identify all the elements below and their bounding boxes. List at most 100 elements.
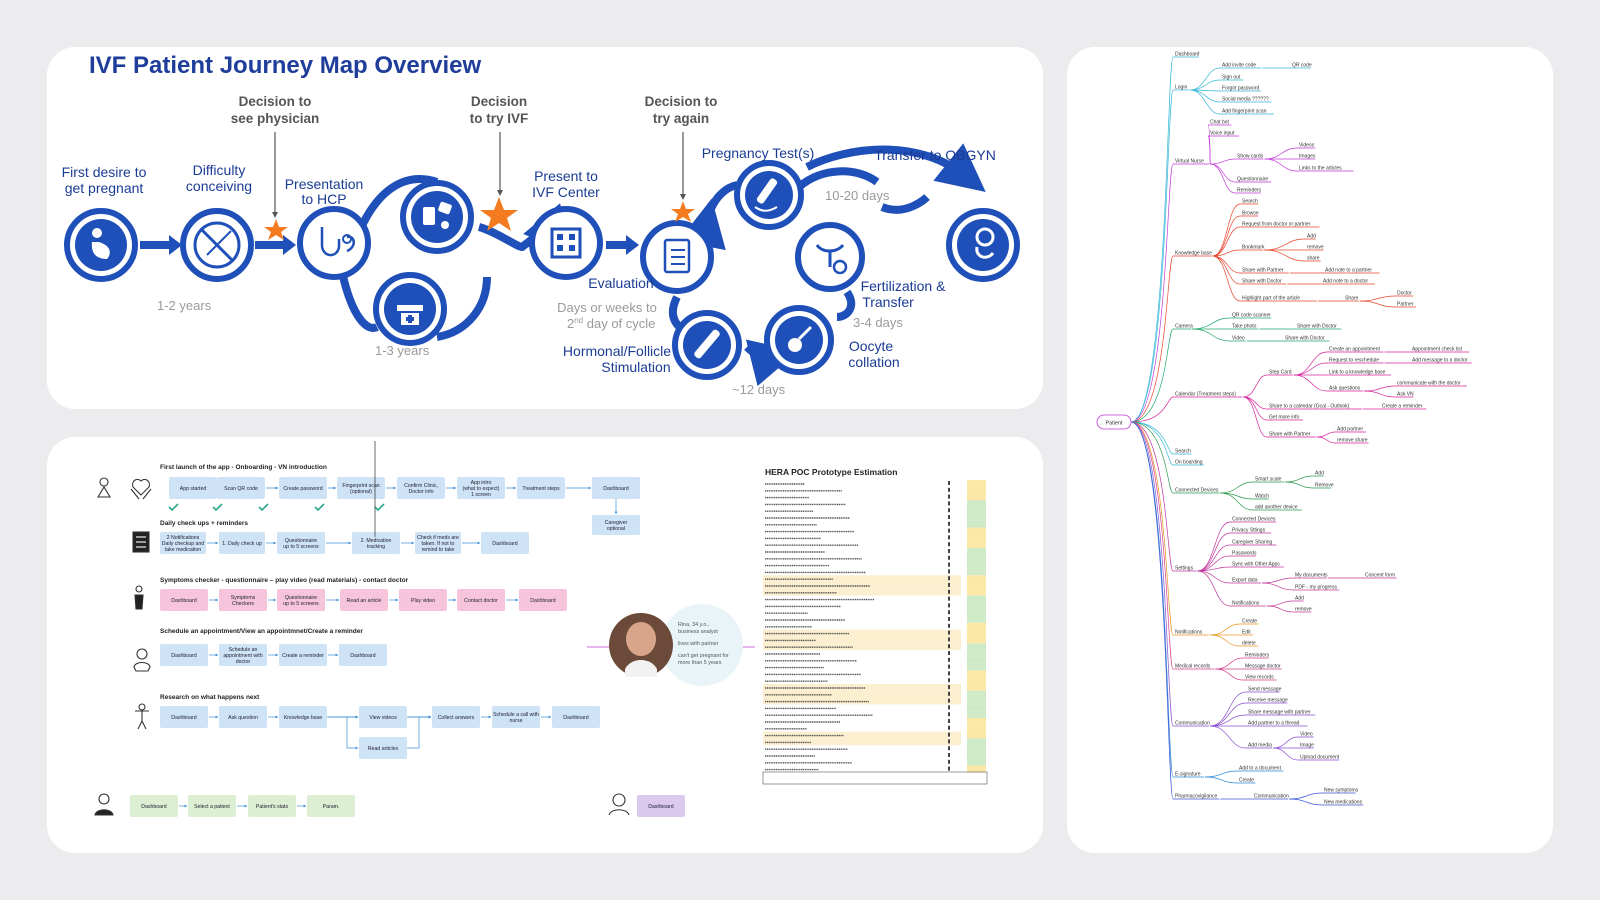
mindmap-node-share-cal: Share to a calendar (Gcal - Outlook) xyxy=(1269,404,1350,410)
mindmap-node-images: Images xyxy=(1299,154,1316,160)
mindmap-node-create-rem: Create a reminder xyxy=(1382,404,1423,410)
mindmap-node-watch: Watch xyxy=(1255,494,1269,500)
check-icon xyxy=(374,503,385,512)
dashboard-step: Dashboard xyxy=(160,589,208,611)
step-label: Dashboard xyxy=(603,486,628,492)
mindmap-node-notif-s: Notifications xyxy=(1232,601,1260,607)
doctor-dashboard-step: Dashboard xyxy=(130,795,178,817)
journey-title: IVF Patient Journey Map Overview xyxy=(89,52,481,79)
mindmap-node-add-msg-doc: Add message to a doctor xyxy=(1412,358,1468,364)
svg-text:Patient: Patient xyxy=(1105,421,1123,427)
mindmap-node-remove-n: remove xyxy=(1295,607,1312,613)
estimate-cell xyxy=(967,765,986,773)
mindmap-edge xyxy=(1267,600,1304,607)
doctor-icon xyxy=(94,793,114,816)
mindmap-node-req-resched: Request to reschedule xyxy=(1329,358,1379,364)
mindmap-node-add-n: Add xyxy=(1295,596,1304,602)
mindmap-node-login: Login xyxy=(1175,85,1187,91)
estimate-value xyxy=(948,678,950,683)
estimate-value xyxy=(948,746,950,751)
mindmap-node-pharma: Pharmacovigilance xyxy=(1175,794,1217,800)
mindmap-node-dashboard: Dashboard xyxy=(1175,52,1200,58)
estimate-cell xyxy=(967,500,986,508)
step-label: Knowledge base xyxy=(284,715,322,721)
uterus-icon xyxy=(795,222,865,292)
mindmap-node-questionnaire: Questionnaire xyxy=(1237,177,1268,183)
mindmap-node-pdf: PDF - my progress xyxy=(1295,585,1337,591)
collect-answers-step: Collect answers xyxy=(432,706,480,728)
step-label: Play video xyxy=(411,598,435,604)
estimate-value xyxy=(948,664,950,669)
estimate-value xyxy=(948,637,950,642)
check-meds-step: Check if meds aretaken. If not toremind … xyxy=(415,532,461,554)
mindmap-node-onboarding: On boarding xyxy=(1175,460,1203,466)
stage-transfer-obgyn: Transfer to OBGYN xyxy=(874,147,996,163)
estimate-cell xyxy=(967,643,986,650)
step-label: Checkers xyxy=(232,601,254,607)
mindmap-node-send-msg: Send message xyxy=(1248,687,1282,693)
mindmap-node-export: Export data xyxy=(1232,578,1258,584)
estimate-value xyxy=(948,617,950,621)
stage-hormonal: Hormonal/Follicle Stimulation xyxy=(563,343,671,375)
estimate-cell xyxy=(967,595,986,603)
mindmap-node-medical: Medical records xyxy=(1175,664,1211,670)
step-label: Param. xyxy=(323,804,340,810)
estimate-cell xyxy=(967,650,986,657)
estimate-value xyxy=(948,596,950,601)
mindmap-node-msg-doc: Message doctor xyxy=(1245,664,1281,670)
mindmap-node-create-appt: Create an appointment xyxy=(1329,347,1380,353)
star-icon xyxy=(671,201,695,222)
mindmap-edge xyxy=(1210,158,1264,165)
dashboard-step: Dashboard xyxy=(519,589,567,611)
estimate-cell xyxy=(967,609,986,616)
flow-title-research: Research on what happens next xyxy=(160,694,260,701)
table-total-row xyxy=(762,771,988,785)
pregnant-woman-icon xyxy=(64,208,138,282)
estimate-value xyxy=(948,698,950,703)
mindmap-node-search-kb: Search xyxy=(1242,199,1258,205)
mindmap-node-doctor-h: Doctor xyxy=(1397,291,1412,297)
step-label: Dashboard xyxy=(171,653,196,659)
mindmap-edge xyxy=(1130,421,1220,494)
mindmap-node-share-partner: Share with Partner xyxy=(1242,268,1284,274)
step-label: Read articles xyxy=(368,746,399,752)
mindmap-node-notifications: Notifications xyxy=(1175,630,1203,636)
step-label: Ask question xyxy=(228,715,258,721)
mindmap-node-privacy: Privacy Sttings xyxy=(1232,528,1266,534)
no-conception-icon xyxy=(180,208,254,282)
read-articles-step: Read articles xyxy=(359,737,407,759)
mindmap-node-add-note-doctor: Add note to a doctor xyxy=(1323,279,1368,285)
estimate-value xyxy=(948,569,950,574)
feature-mindmap: Patient Dashboard Login Add invite code QR c… xyxy=(1096,52,1472,806)
estimate-cell xyxy=(967,493,986,501)
estimate-value xyxy=(948,719,950,723)
dashboard-step: Dashboard xyxy=(592,477,640,499)
estimate-cell xyxy=(967,486,986,494)
duration-3-4-days: 3-4 days xyxy=(853,315,903,330)
mindmap-node-step-card: Step Card xyxy=(1269,370,1292,376)
mindmap-edge xyxy=(1130,163,1210,423)
step-label: 1 screen xyxy=(471,492,491,498)
mindmap-node-new-meds: New medications xyxy=(1324,800,1363,806)
persona-avatar xyxy=(609,613,673,677)
mindmap-node-remove-bm: remove xyxy=(1307,245,1324,251)
mindmap-edge xyxy=(1130,421,1210,727)
step-label: Create password xyxy=(283,486,322,492)
duration-1-3-years: 1-3 years xyxy=(375,343,430,358)
estimate-cell xyxy=(967,575,986,582)
check-icon xyxy=(212,503,223,512)
admin-avatar-icon xyxy=(608,793,630,816)
mindmap-node-conn-dev-s: Connected Devices xyxy=(1232,517,1276,523)
mindmap-edge xyxy=(1210,623,1259,636)
estimate-value xyxy=(948,691,950,696)
standing-woman-icon xyxy=(134,585,144,610)
estimate-cell xyxy=(967,684,986,691)
mindmap-node-request: Request from doctor or partner xyxy=(1242,222,1311,228)
estimate-value xyxy=(948,481,950,485)
step-label: Patient's stats xyxy=(256,804,289,810)
estimate-value xyxy=(948,508,950,513)
decision-try-ivf: Decision to try IVF xyxy=(470,94,529,126)
mindmap-node-share-bm: share xyxy=(1307,256,1320,262)
estimate-value xyxy=(948,766,950,771)
mindmap-node-add-sc: Add xyxy=(1315,471,1324,477)
